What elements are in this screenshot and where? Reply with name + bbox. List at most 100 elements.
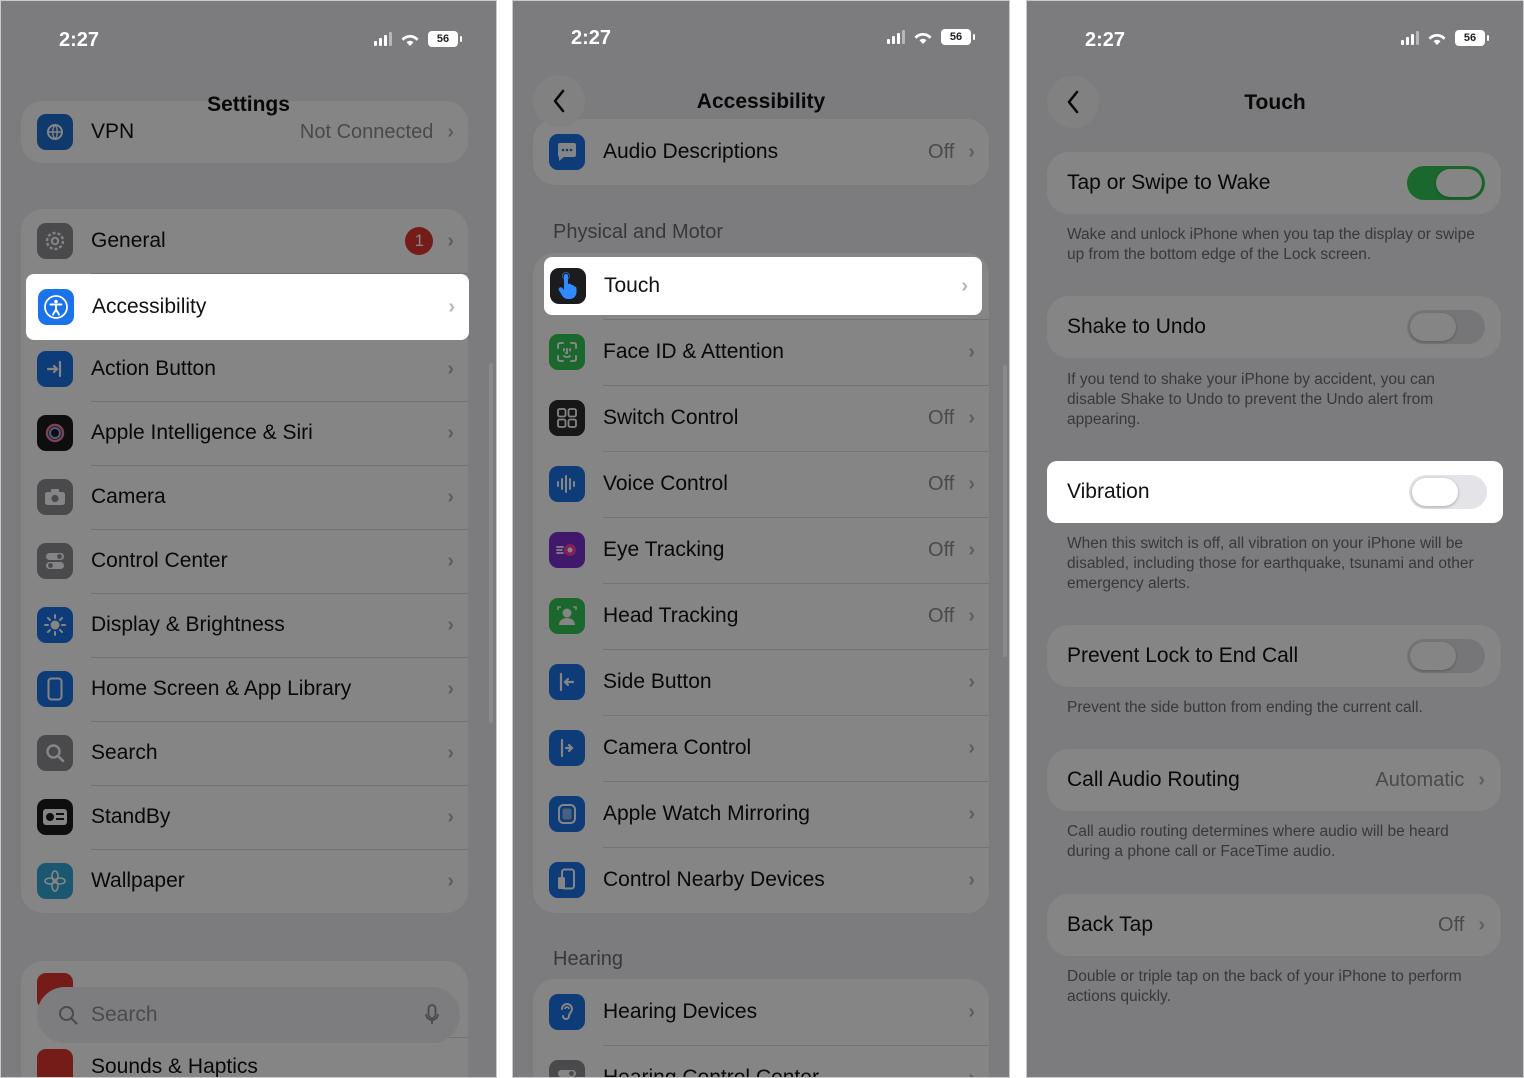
cellular-signal-icon bbox=[887, 30, 905, 44]
row-call-audio-routing[interactable]: Call Audio Routing Automatic › bbox=[1047, 749, 1501, 811]
status-time: 2:27 bbox=[571, 27, 612, 49]
nearby-devices-icon bbox=[549, 862, 585, 898]
row-eye-tracking[interactable]: Eye Tracking Off › bbox=[533, 517, 989, 583]
settings-row-apple-intelligence[interactable]: Apple Intelligence & Siri › bbox=[21, 401, 468, 465]
camera-control-label: Camera Control bbox=[603, 736, 752, 759]
touch-row-highlight[interactable]: Touch › bbox=[544, 257, 982, 315]
search-placeholder: Search bbox=[91, 1003, 158, 1026]
chevron-right-icon: › bbox=[448, 295, 455, 318]
call-audio-routing-value: Automatic bbox=[1375, 768, 1465, 791]
battery-icon: 56 bbox=[428, 31, 462, 47]
settings-row-display[interactable]: Display & Brightness › bbox=[21, 593, 468, 657]
hearing-devices-label: Hearing Devices bbox=[603, 1000, 758, 1023]
control-nearby-devices-label: Control Nearby Devices bbox=[603, 868, 825, 891]
row-side-button[interactable]: Side Button › bbox=[533, 649, 989, 715]
vibration-toggle[interactable] bbox=[1409, 475, 1487, 509]
row-face-id[interactable]: Face ID & Attention › bbox=[533, 319, 989, 385]
row-head-tracking[interactable]: Head Tracking Off › bbox=[533, 583, 989, 649]
battery-icon: 56 bbox=[941, 29, 975, 45]
prevent-lock-toggle[interactable] bbox=[1407, 639, 1485, 673]
row-voice-control[interactable]: Voice Control Off › bbox=[533, 451, 989, 517]
row-audio-descriptions[interactable]: Audio Descriptions Off › bbox=[533, 119, 989, 185]
chevron-right-icon: › bbox=[447, 357, 454, 380]
head-tracking-value: Off bbox=[928, 604, 955, 627]
settings-row-general[interactable]: General 1 › bbox=[21, 209, 468, 273]
back-tap-footer: Double or triple tap on the back of your… bbox=[1067, 968, 1462, 1005]
scrollbar[interactable] bbox=[489, 363, 493, 723]
voice-control-value: Off bbox=[928, 472, 955, 495]
tap-swipe-wake-toggle[interactable] bbox=[1407, 166, 1485, 200]
audio-descriptions-label: Audio Descriptions bbox=[603, 140, 779, 163]
prevent-lock-footer: Prevent the side button from ending the … bbox=[1067, 699, 1423, 716]
apple-intelligence-icon bbox=[37, 415, 73, 451]
chevron-right-icon: › bbox=[447, 229, 454, 252]
page-title: Accessibility bbox=[696, 90, 826, 113]
settings-row-control-center[interactable]: Control Center › bbox=[21, 529, 468, 593]
section-header-hearing: Hearing bbox=[553, 948, 624, 970]
status-time: 2:27 bbox=[1085, 29, 1126, 51]
accessibility-row-highlight[interactable]: Accessibility › bbox=[26, 274, 469, 340]
eye-tracking-icon bbox=[549, 532, 585, 568]
cellular-signal-icon bbox=[1401, 31, 1419, 45]
chevron-right-icon: › bbox=[447, 805, 454, 828]
accessibility-icon bbox=[38, 289, 74, 325]
row-hearing-devices[interactable]: Hearing Devices › bbox=[533, 979, 989, 1045]
settings-row-sounds[interactable]: Sounds & Haptics bbox=[21, 1037, 468, 1077]
wallpaper-icon bbox=[37, 863, 73, 899]
sun-icon bbox=[37, 607, 73, 643]
standby-icon bbox=[37, 799, 73, 835]
scrollbar[interactable] bbox=[1003, 365, 1007, 657]
settings-row-wallpaper[interactable]: Wallpaper › bbox=[21, 849, 468, 913]
back-tap-value: Off bbox=[1438, 913, 1465, 936]
wallpaper-label: Wallpaper bbox=[91, 869, 185, 892]
chevron-right-icon: › bbox=[968, 406, 975, 429]
accessibility-screen: 2:27 56 Accessibility Audio Descriptions… bbox=[512, 0, 1010, 1078]
settings-screen: 2:27 56 VPN Not Connected › Settings Gen… bbox=[0, 0, 497, 1078]
control-center-label: Control Center bbox=[91, 549, 228, 572]
row-switch-control[interactable]: Switch Control Off › bbox=[533, 385, 989, 451]
shake-undo-toggle[interactable] bbox=[1407, 310, 1485, 344]
tap-swipe-wake-footer: Wake and unlock iPhone when you tap the … bbox=[1067, 226, 1475, 263]
ear-icon bbox=[549, 994, 585, 1030]
settings-row-camera[interactable]: Camera › bbox=[21, 465, 468, 529]
chevron-right-icon: › bbox=[968, 670, 975, 693]
display-label: Display & Brightness bbox=[91, 613, 285, 636]
notification-badge: 1 bbox=[405, 227, 434, 255]
status-time: 2:27 bbox=[59, 29, 100, 51]
cellular-signal-icon bbox=[374, 32, 392, 46]
chevron-right-icon: › bbox=[961, 274, 968, 297]
speaker-icon bbox=[37, 1049, 73, 1077]
row-apple-watch-mirroring[interactable]: Apple Watch Mirroring › bbox=[533, 781, 989, 847]
status-bar: 2:27 56 bbox=[1027, 1, 1523, 61]
standby-label: StandBy bbox=[91, 805, 171, 828]
wifi-icon bbox=[914, 32, 932, 44]
switch-control-value: Off bbox=[928, 406, 955, 429]
row-hearing-control-center[interactable]: Hearing Control Center › bbox=[533, 1045, 989, 1077]
call-audio-routing-group: Call Audio Routing Automatic › bbox=[1047, 749, 1501, 811]
row-shake-undo: Shake to Undo bbox=[1047, 296, 1501, 358]
chevron-right-icon: › bbox=[447, 120, 454, 143]
physical-motor-group: Face ID & Attention › Switch Control Off… bbox=[533, 253, 989, 913]
chevron-right-icon: › bbox=[447, 613, 454, 636]
action-button-icon bbox=[37, 351, 73, 387]
settings-row-home-screen[interactable]: Home Screen & App Library › bbox=[21, 657, 468, 721]
search-icon bbox=[37, 735, 73, 771]
settings-row-standby[interactable]: StandBy › bbox=[21, 785, 468, 849]
search-field[interactable]: Search bbox=[37, 987, 460, 1043]
general-label: General bbox=[91, 229, 166, 252]
row-camera-control[interactable]: Camera Control › bbox=[533, 715, 989, 781]
vpn-value: Not Connected bbox=[299, 120, 434, 143]
call-audio-routing-footer: Call audio routing determines where audi… bbox=[1067, 823, 1449, 860]
settings-row-action-button[interactable]: Action Button › bbox=[21, 337, 468, 401]
settings-row-search[interactable]: Search › bbox=[21, 721, 468, 785]
page-title: Settings bbox=[207, 93, 290, 116]
microphone-icon[interactable] bbox=[424, 1003, 440, 1027]
chevron-right-icon: › bbox=[1478, 913, 1485, 936]
chevron-right-icon: › bbox=[968, 140, 975, 163]
shake-undo-footer: If you tend to shake your iPhone by acci… bbox=[1067, 371, 1435, 428]
chevron-right-icon: › bbox=[447, 485, 454, 508]
row-control-nearby-devices[interactable]: Control Nearby Devices › bbox=[533, 847, 989, 913]
page-title: Touch bbox=[1244, 91, 1306, 114]
chevron-right-icon: › bbox=[968, 1000, 975, 1023]
row-back-tap[interactable]: Back Tap Off › bbox=[1047, 894, 1501, 956]
